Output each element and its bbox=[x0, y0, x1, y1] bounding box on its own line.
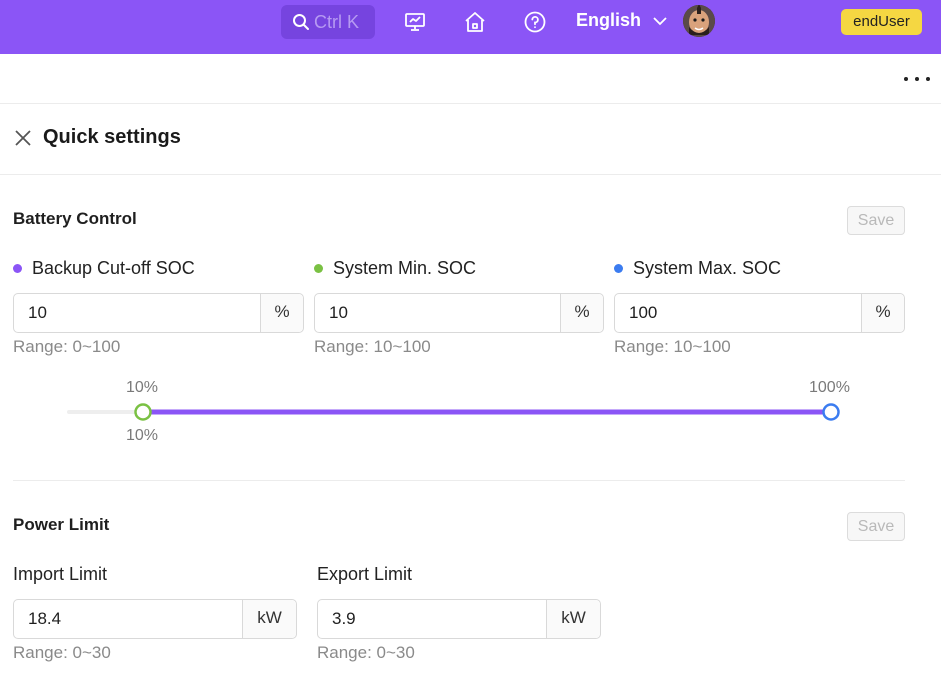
backup-dot bbox=[13, 264, 22, 273]
language-selector[interactable]: English bbox=[576, 10, 667, 31]
system-min-label: System Min. SOC bbox=[314, 258, 476, 279]
import-limit-label: Import Limit bbox=[13, 564, 108, 584]
soc-range-slider[interactable] bbox=[60, 400, 850, 424]
system-max-range: Range: 10~100 bbox=[614, 337, 731, 356]
slider-min-handle[interactable] bbox=[134, 403, 152, 421]
system-min-input[interactable]: 10 % bbox=[314, 293, 604, 333]
min-dot bbox=[314, 264, 323, 273]
search-box[interactable]: Ctrl K bbox=[281, 5, 375, 39]
slider-min-top-label: 10% bbox=[126, 379, 159, 396]
search-placeholder: Ctrl K bbox=[314, 11, 359, 32]
system-max-input[interactable]: 100 % bbox=[614, 293, 905, 333]
avatar[interactable] bbox=[683, 5, 715, 37]
presentation-chart-icon[interactable] bbox=[402, 9, 428, 35]
export-limit-input[interactable]: 3.9 kW bbox=[317, 599, 601, 639]
system-min-range: Range: 10~100 bbox=[314, 337, 431, 356]
battery-save-button[interactable]: Save bbox=[847, 206, 905, 235]
chevron-down-icon bbox=[653, 16, 667, 25]
slider-max-handle[interactable] bbox=[822, 403, 840, 421]
close-icon[interactable] bbox=[14, 129, 32, 147]
divider bbox=[0, 174, 941, 175]
power-save-button[interactable]: Save bbox=[847, 512, 905, 541]
help-icon[interactable] bbox=[522, 9, 548, 35]
slider-min-bottom-label: 10% bbox=[126, 427, 159, 444]
role-badge[interactable]: endUser bbox=[841, 9, 922, 35]
language-label: English bbox=[576, 10, 642, 30]
battery-control-title: Battery Control bbox=[13, 209, 137, 228]
top-bar: Ctrl K English endUser bbox=[0, 0, 941, 54]
slider-max-label: 100% bbox=[809, 379, 850, 396]
power-limit-title: Power Limit bbox=[13, 515, 110, 534]
panel-title: Quick settings bbox=[43, 126, 181, 148]
import-limit-range: Range: 0~30 bbox=[13, 643, 111, 662]
backup-cutoff-range: Range: 0~100 bbox=[13, 337, 121, 356]
export-limit-label: Export Limit bbox=[317, 564, 413, 584]
home-icon[interactable] bbox=[462, 9, 488, 35]
divider bbox=[0, 103, 941, 104]
search-icon bbox=[293, 14, 309, 30]
max-dot bbox=[614, 264, 623, 273]
backup-cutoff-input[interactable]: 10 % bbox=[13, 293, 304, 333]
import-limit-input[interactable]: 18.4 kW bbox=[13, 599, 297, 639]
section-divider bbox=[13, 480, 905, 481]
more-options-icon[interactable] bbox=[904, 70, 930, 88]
backup-cutoff-label: Backup Cut-off SOC bbox=[13, 258, 195, 279]
system-max-label: System Max. SOC bbox=[614, 258, 781, 279]
export-limit-range: Range: 0~30 bbox=[317, 643, 415, 662]
